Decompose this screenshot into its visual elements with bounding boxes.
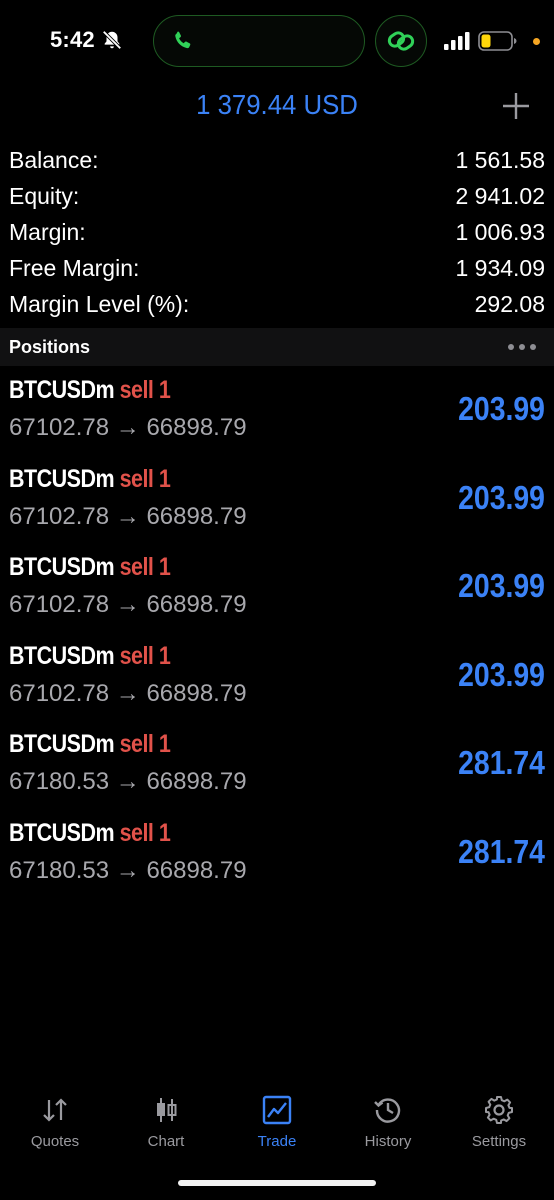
summary-label: Margin: [9, 219, 86, 245]
position-side: sell 1 [119, 818, 171, 847]
position-row[interactable]: BTCUSDm sell 1 67102.78 → 66898.79 203.9… [0, 370, 554, 459]
more-dots-icon[interactable] [506, 339, 538, 355]
summary-label: Balance: [9, 147, 99, 173]
position-symbol-line: BTCUSDm sell 1 [9, 464, 171, 494]
position-side: sell 1 [119, 730, 171, 759]
position-symbol-line: BTCUSDm sell 1 [9, 553, 171, 582]
position-side: sell 1 [119, 553, 171, 582]
position-symbol: BTCUSDm [9, 730, 115, 759]
status-time: 5:42 [50, 27, 95, 52]
position-prices: 67180.53 → 66898.79 [9, 856, 247, 884]
link-icon [387, 31, 415, 51]
tab-settings[interactable]: Settings [444, 1088, 554, 1158]
summary-row-free-margin: Free Margin: 1 934.09 [0, 250, 554, 286]
trade-header: 1 379.44 USD [0, 84, 554, 130]
position-symbol-line: BTCUSDm sell 1 [9, 376, 171, 405]
battery-icon [478, 31, 517, 51]
position-side: sell 1 [119, 464, 171, 493]
summary-value: 1 006.93 [455, 219, 545, 245]
position-prices: 67102.78 → 66898.79 [9, 414, 247, 441]
tab-history[interactable]: History [333, 1088, 443, 1158]
position-row[interactable]: BTCUSDm sell 1 67180.53 → 66898.79 281.7… [0, 813, 554, 902]
summary-row-margin: Margin: 1 006.93 [0, 214, 554, 250]
position-profit: 203.99 [458, 567, 545, 605]
tab-label: Trade [257, 1133, 297, 1150]
summary-label: Equity: [9, 183, 80, 209]
position-symbol-line: BTCUSDm sell 1 [9, 818, 171, 848]
tab-chart[interactable]: Chart [111, 1088, 221, 1158]
position-prices: 67102.78 → 66898.79 [9, 502, 247, 530]
position-prices: 67102.78 → 66898.79 [9, 679, 247, 707]
position-symbol: BTCUSDm [9, 641, 115, 670]
position-symbol: BTCUSDm [9, 464, 115, 493]
summary-label: Free Margin: [9, 255, 140, 281]
header-total: 1 379.44 USD [196, 89, 358, 120]
position-symbol: BTCUSDm [9, 553, 115, 582]
position-row[interactable]: BTCUSDm sell 1 67102.78 → 66898.79 203.9… [0, 547, 554, 636]
position-side: sell 1 [119, 641, 171, 670]
position-prices: 67180.53 → 66898.79 [9, 768, 247, 796]
summary-row-margin-level: Margin Level (%): 292.08 [0, 286, 554, 322]
tab-quotes[interactable]: Quotes [0, 1088, 110, 1158]
history-clock-icon [374, 1098, 401, 1123]
status-bar: 5:42 [0, 0, 554, 84]
summary-value: 1 934.09 [455, 255, 545, 281]
position-symbol-line: BTCUSDm sell 1 [9, 641, 171, 671]
summary-label: Margin Level (%): [9, 291, 190, 317]
position-profit: 203.99 [458, 478, 545, 516]
position-profit: 281.74 [458, 744, 545, 782]
tab-label: Settings [471, 1133, 527, 1150]
tab-label: History [364, 1133, 412, 1150]
position-row[interactable]: BTCUSDm sell 1 67102.78 → 66898.79 203.9… [0, 636, 554, 725]
summary-value: 2 941.02 [455, 183, 545, 209]
summary-value: 1 561.58 [455, 147, 545, 173]
phone-icon [175, 31, 191, 49]
privacy-indicator-dot [533, 38, 540, 45]
account-summary: Balance: 1 561.58 Equity: 2 941.02 Margi… [0, 142, 554, 322]
tab-trade[interactable]: Trade [222, 1088, 332, 1158]
tab-label: Quotes [30, 1133, 80, 1150]
tab-label: Chart [147, 1133, 185, 1150]
position-symbol-line: BTCUSDm sell 1 [9, 730, 171, 759]
trade-chart-icon [262, 1095, 292, 1125]
gear-icon [485, 1096, 513, 1124]
position-symbol: BTCUSDm [9, 376, 115, 404]
position-side: sell 1 [119, 376, 171, 404]
position-symbol: BTCUSDm [9, 818, 115, 847]
quotes-arrows-icon [43, 1098, 67, 1122]
position-profit: 281.74 [458, 832, 545, 870]
cellular-signal-icon [444, 32, 470, 50]
plus-icon[interactable] [500, 90, 532, 122]
shared-link-bubble[interactable] [375, 15, 427, 67]
positions-title: Positions [9, 337, 91, 357]
position-prices: 67102.78 → 66898.79 [9, 591, 247, 619]
candlestick-icon [157, 1098, 177, 1122]
positions-list: BTCUSDm sell 1 67102.78 → 66898.79 203.9… [0, 370, 554, 902]
home-indicator[interactable] [178, 1180, 376, 1186]
summary-row-balance: Balance: 1 561.58 [0, 142, 554, 178]
bell-slash-icon [102, 30, 122, 50]
summary-value: 292.08 [474, 291, 545, 317]
position-profit: 203.99 [458, 390, 545, 427]
summary-row-equity: Equity: 2 941.02 [0, 178, 554, 214]
position-row[interactable]: BTCUSDm sell 1 67102.78 → 66898.79 203.9… [0, 459, 554, 548]
position-row[interactable]: BTCUSDm sell 1 67180.53 → 66898.79 281.7… [0, 724, 554, 813]
position-profit: 203.99 [458, 655, 545, 693]
positions-section-header: Positions [0, 328, 554, 366]
active-call-pill[interactable] [153, 15, 365, 67]
